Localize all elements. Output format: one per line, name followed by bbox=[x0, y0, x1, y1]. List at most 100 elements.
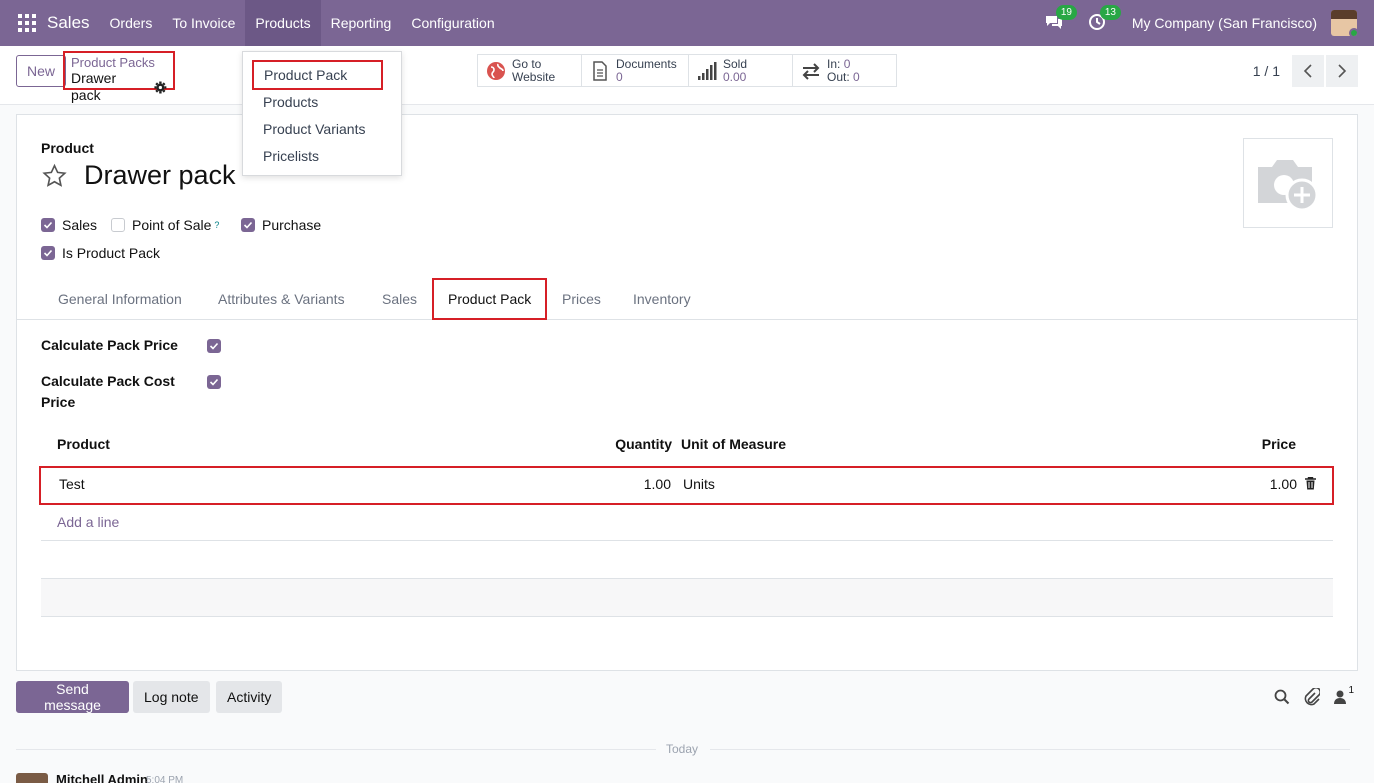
calc-pack-price-label: Calculate Pack Price bbox=[41, 337, 178, 353]
signal-bars-icon bbox=[698, 61, 717, 80]
pos-checkbox-label: Point of Sale bbox=[132, 217, 212, 233]
trash-icon[interactable] bbox=[1305, 477, 1316, 490]
check-icon bbox=[209, 342, 219, 350]
message-author[interactable]: Mitchell Admin bbox=[56, 772, 148, 783]
user-avatar[interactable] bbox=[1331, 10, 1357, 36]
go-to-website-button[interactable]: Go to Website bbox=[478, 55, 582, 86]
empty-row bbox=[41, 541, 1333, 579]
row-price[interactable]: 1.00 bbox=[1270, 476, 1297, 492]
search-icon[interactable] bbox=[1274, 689, 1290, 705]
pager-value[interactable]: 1 / 1 bbox=[1253, 63, 1280, 79]
online-status-icon bbox=[1349, 28, 1357, 36]
menu-configuration[interactable]: Configuration bbox=[401, 0, 504, 46]
globe-icon bbox=[487, 61, 505, 80]
company-switcher[interactable]: My Company (San Francisco) bbox=[1132, 15, 1317, 31]
pos-checkbox[interactable] bbox=[111, 218, 125, 232]
in-out-button[interactable]: In: 0 Out: 0 bbox=[793, 55, 896, 86]
documents-button[interactable]: Documents 0 bbox=[582, 55, 689, 86]
menu-item-product-pack[interactable]: Product Pack bbox=[252, 60, 383, 90]
control-panel: New Product Packs Drawer pack Go to Websi… bbox=[0, 46, 1374, 105]
breadcrumb-current: Drawer pack bbox=[71, 70, 117, 103]
paperclip-icon[interactable] bbox=[1304, 688, 1321, 706]
is-product-pack-label: Is Product Pack bbox=[62, 245, 161, 261]
new-button[interactable]: New bbox=[16, 55, 66, 87]
is-product-pack-checkbox[interactable] bbox=[41, 246, 55, 260]
menu-item-products[interactable]: Products bbox=[243, 89, 401, 116]
row-quantity[interactable]: 1.00 bbox=[644, 476, 671, 492]
gear-icon[interactable] bbox=[154, 81, 167, 94]
column-unit-of-measure[interactable]: Unit of Measure bbox=[681, 436, 786, 452]
breadcrumb-product-packs[interactable]: Product Packs bbox=[71, 55, 167, 70]
tab-sales[interactable]: Sales bbox=[382, 278, 417, 320]
date-separator: Today bbox=[16, 741, 1350, 757]
sold-button[interactable]: Sold 0.00 bbox=[689, 55, 793, 86]
message-author-avatar[interactable] bbox=[16, 773, 48, 783]
product-name[interactable]: Drawer pack bbox=[84, 160, 236, 191]
pack-lines-header: Product Quantity Unit of Measure Price bbox=[41, 433, 1333, 455]
menu-item-product-variants[interactable]: Product Variants bbox=[243, 116, 401, 143]
tab-inventory[interactable]: Inventory bbox=[633, 278, 691, 320]
pager: 1 / 1 bbox=[1253, 55, 1358, 87]
row-unit-of-measure[interactable]: Units bbox=[683, 476, 715, 492]
sales-checkbox[interactable] bbox=[41, 218, 55, 232]
tab-product-pack[interactable]: Product Pack bbox=[432, 278, 548, 320]
document-icon bbox=[593, 60, 607, 81]
breadcrumb: Product Packs Drawer pack bbox=[63, 51, 175, 103]
product-image-upload[interactable] bbox=[1243, 138, 1333, 228]
products-dropdown-menu: Product Pack Products Product Variants P… bbox=[242, 51, 402, 176]
followers-count: 1 bbox=[1348, 685, 1354, 696]
menu-products[interactable]: Products bbox=[245, 0, 321, 46]
chevron-left-icon bbox=[1303, 64, 1312, 78]
purchase-checkbox[interactable] bbox=[241, 218, 255, 232]
sales-checkbox-row: Sales bbox=[41, 217, 97, 233]
column-quantity[interactable]: Quantity bbox=[615, 436, 672, 452]
menu-reporting[interactable]: Reporting bbox=[321, 0, 402, 46]
calc-pack-cost-label: Calculate Pack Cost Price bbox=[41, 373, 175, 410]
pos-help-tooltip[interactable]: ? bbox=[214, 220, 219, 230]
form-tabs: General Information Attributes & Variant… bbox=[17, 278, 1357, 320]
add-line-row: Add a line bbox=[41, 505, 1333, 541]
activities-icon[interactable]: 13 bbox=[1088, 5, 1121, 33]
tab-general-information[interactable]: General Information bbox=[58, 278, 182, 320]
product-label: Product bbox=[41, 140, 94, 156]
calc-pack-price-checkbox[interactable] bbox=[207, 339, 221, 353]
sales-checkbox-label: Sales bbox=[62, 217, 98, 233]
check-icon bbox=[43, 221, 53, 229]
column-product[interactable]: Product bbox=[57, 436, 110, 452]
send-message-button[interactable]: Send message bbox=[16, 681, 129, 713]
column-price[interactable]: Price bbox=[1262, 436, 1296, 452]
menu-to-invoice[interactable]: To Invoice bbox=[162, 0, 245, 46]
chevron-right-icon bbox=[1338, 64, 1347, 78]
product-form-sheet: Product Drawer pack Sales Point of Sale … bbox=[16, 114, 1358, 671]
empty-row bbox=[41, 579, 1333, 617]
activities-count-badge: 13 bbox=[1099, 5, 1121, 20]
row-product[interactable]: Test bbox=[59, 476, 85, 492]
followers-button[interactable]: 1 bbox=[1334, 685, 1354, 704]
chatter-toolbar: 1 bbox=[1274, 685, 1354, 706]
pos-checkbox-row: Point of Sale ? bbox=[111, 217, 219, 233]
smart-buttons: Go to Website Documents 0 Sold 0.00 In: 0 O… bbox=[477, 54, 897, 87]
pager-next-button[interactable] bbox=[1326, 55, 1358, 87]
star-icon[interactable] bbox=[41, 163, 68, 189]
tab-attributes-variants[interactable]: Attributes & Variants bbox=[218, 278, 345, 320]
check-icon bbox=[243, 221, 253, 229]
purchase-checkbox-label: Purchase bbox=[262, 217, 322, 233]
check-icon bbox=[43, 249, 53, 257]
menu-item-pricelists[interactable]: Pricelists bbox=[243, 143, 401, 170]
tab-prices[interactable]: Prices bbox=[562, 278, 601, 320]
is-pack-checkbox-row: Is Product Pack bbox=[41, 245, 160, 261]
message-time: 5:04 PM bbox=[146, 775, 184, 783]
activity-button[interactable]: Activity bbox=[216, 681, 283, 713]
add-a-line-link[interactable]: Add a line bbox=[57, 514, 119, 530]
purchase-checkbox-row: Purchase bbox=[241, 217, 321, 233]
table-row[interactable]: Test 1.00 Units 1.00 bbox=[39, 466, 1334, 505]
top-navbar: Sales Orders To Invoice Products Reporti… bbox=[0, 0, 1374, 46]
menu-orders[interactable]: Orders bbox=[100, 0, 163, 46]
messages-icon[interactable]: 19 bbox=[1044, 5, 1077, 33]
user-icon bbox=[1334, 690, 1347, 704]
log-note-button[interactable]: Log note bbox=[133, 681, 210, 713]
app-name[interactable]: Sales bbox=[47, 13, 90, 33]
pager-previous-button[interactable] bbox=[1292, 55, 1324, 87]
calc-pack-cost-checkbox[interactable] bbox=[207, 375, 221, 389]
apps-menu-icon[interactable] bbox=[18, 14, 36, 32]
